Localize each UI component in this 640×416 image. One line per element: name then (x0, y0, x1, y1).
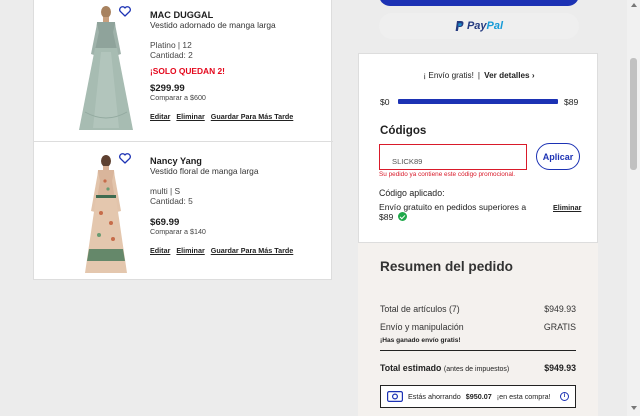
promo-panel: ¡ Envío gratis! | Ver detalles › $0 $89 Có… (358, 53, 598, 243)
applied-code-description: Envío gratuito en pedidos superiores a $… (379, 202, 529, 222)
wishlist-heart-icon[interactable] (119, 153, 131, 164)
info-icon[interactable]: i (560, 392, 569, 401)
save-for-later-link[interactable]: Guardar Para Más Tarde (211, 112, 294, 121)
cart-panel: MAC DUGGAL Vestido adornado de manga lar… (33, 0, 333, 280)
remove-code-link[interactable]: Eliminar (553, 203, 581, 212)
item-actions: Editar Eliminar Guardar Para Más Tarde (150, 112, 330, 122)
savings-suffix: ¡en esta compra! (496, 392, 551, 401)
paypal-wordmark: PayPal (467, 20, 503, 32)
shipping-value: GRATIS (543, 322, 576, 332)
cart-item: MAC DUGGAL Vestido adornado de manga lar… (34, 0, 333, 142)
summary-divider (380, 350, 576, 351)
promo-code-input[interactable] (379, 144, 527, 170)
estimated-total-value: $949.93 (544, 363, 576, 373)
free-shipping-message: ¡Has ganado envío gratis! (380, 337, 461, 344)
money-icon (387, 391, 403, 402)
items-total-value: $949.93 (544, 304, 576, 314)
scrollbar-thumb[interactable] (630, 58, 637, 170)
estimated-total-note: (antes de impuestos) (443, 366, 510, 373)
cart-item: Nancy Yang Vestido floral de manga larga… (34, 143, 333, 280)
paypal-logo-icon (455, 20, 464, 31)
scroll-up-arrow-icon[interactable] (631, 3, 637, 7)
savings-banner: Estás ahorrando $950.07 ¡en esta compra!… (380, 385, 576, 408)
item-brand[interactable]: MAC DUGGAL (150, 10, 330, 20)
estimated-total-label: Total estimado (380, 363, 442, 373)
savings-prefix: Estás ahorrando (408, 392, 461, 401)
low-stock-alert: ¡SOLO QUEDAN 2! (150, 66, 225, 76)
item-description[interactable]: Vestido floral de manga larga (150, 166, 330, 176)
shipping-label: Envío y manipulación (380, 322, 464, 332)
free-shipping-title: ¡ Envío gratis! (423, 71, 474, 80)
applied-code-title: Código aplicado: (379, 188, 445, 198)
codes-title: Códigos (380, 124, 427, 137)
item-quantity: Cantidad: 2 (150, 50, 193, 60)
order-summary-panel: Resumen del pedido Total de artículos (7… (358, 243, 598, 416)
apply-code-button[interactable]: Aplicar (536, 143, 580, 170)
product-image[interactable] (61, 153, 151, 277)
item-info: MAC DUGGAL Vestido adornado de manga lar… (150, 10, 330, 122)
scroll-down-arrow-icon[interactable] (631, 406, 637, 410)
edit-link[interactable]: Editar (150, 246, 170, 255)
see-details-link[interactable]: Ver detalles › (484, 71, 535, 80)
item-quantity: Cantidad: 5 (150, 196, 193, 206)
progress-max-label: $89 (564, 97, 579, 107)
free-shipping-header: ¡ Envío gratis! | Ver detalles › (423, 71, 535, 80)
items-total-row: Total de artículos (7) $949.93 (380, 304, 576, 314)
item-variant: Platino | 12 (150, 40, 192, 50)
progress-min-label: $0 (380, 97, 390, 107)
edit-link[interactable]: Editar (150, 112, 170, 121)
shipping-row: Envío y manipulación GRATIS (380, 322, 576, 332)
item-actions: Editar Eliminar Guardar Para Más Tarde (150, 246, 330, 256)
code-error-message: Su pedido ya contiene este código promoc… (379, 171, 516, 178)
free-shipping-progress-bar (398, 99, 558, 104)
estimated-total-row: Total estimado (antes de impuestos) $949… (380, 363, 576, 373)
item-description[interactable]: Vestido adornado de manga larga (150, 20, 330, 30)
paypal-button[interactable]: PayPal (379, 13, 579, 39)
savings-amount: $950.07 (465, 392, 492, 401)
order-summary-title: Resumen del pedido (380, 259, 513, 274)
item-compare-price: Comparar a $600 (150, 93, 206, 102)
paypal-wordmark-pay: Pay (466, 20, 487, 32)
wishlist-heart-icon[interactable] (119, 6, 131, 17)
remove-link[interactable]: Eliminar (176, 246, 204, 255)
save-for-later-link[interactable]: Guardar Para Más Tarde (211, 246, 294, 255)
check-circle-icon (397, 212, 407, 221)
remove-link[interactable]: Eliminar (176, 112, 204, 121)
paypal-wordmark-pal: Pal (486, 20, 504, 32)
item-variant: multi | S (150, 186, 181, 196)
product-image[interactable] (61, 2, 151, 134)
checkout-button[interactable] (379, 0, 579, 6)
item-brand[interactable]: Nancy Yang (150, 156, 330, 166)
items-total-label: Total de artículos (7) (380, 304, 460, 314)
item-info: Nancy Yang Vestido floral de manga larga… (150, 156, 330, 256)
item-compare-price: Comparar a $140 (150, 227, 206, 236)
